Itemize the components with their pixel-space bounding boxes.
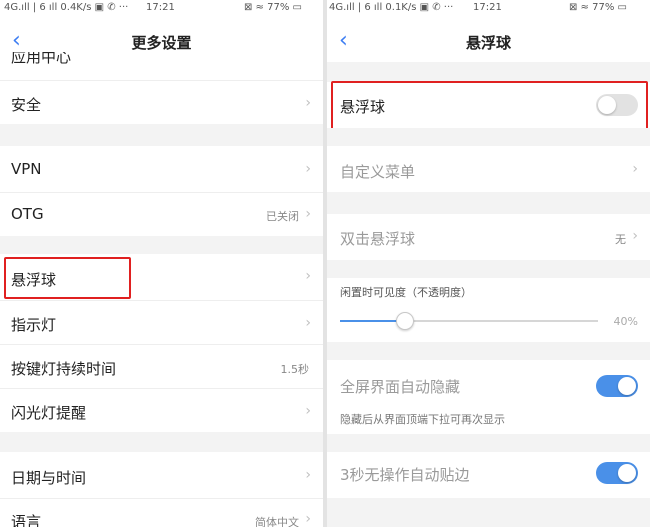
nav-bar: ‹ 悬浮球 <box>327 22 650 62</box>
fullscreen-hide-hint: 隐藏后从界面顶端下拉可再次显示 <box>340 413 505 426</box>
settings-item-label: VPN <box>11 160 42 178</box>
status-time: 17:21 <box>146 2 175 13</box>
settings-item-label: 闪光灯提醒 <box>11 404 87 422</box>
status-battery: ⊠ ≈ 77% ▭ <box>244 2 302 13</box>
settings-item-label: 应用中心 <box>11 52 72 66</box>
fullscreen-hide-row: 全屏界面自动隐藏 隐藏后从界面顶端下拉可再次显示 <box>327 360 650 434</box>
chevron-right-icon: › <box>632 161 638 177</box>
auto-snap-label: 3秒无操作自动贴边 <box>340 466 470 484</box>
section-gap <box>0 236 323 254</box>
chevron-right-icon: › <box>305 467 311 483</box>
settings-item-security[interactable]: 安全 › <box>0 80 323 125</box>
settings-item-otg[interactable]: OTG 已关闭 › <box>0 192 323 237</box>
settings-item-label: 日期与时间 <box>11 469 87 487</box>
section-gap <box>327 498 650 527</box>
chevron-right-icon: › <box>305 403 311 419</box>
settings-item-app-center[interactable]: 应用中心 <box>0 52 323 76</box>
double-tap-row[interactable]: 双击悬浮球 无 › <box>327 214 650 260</box>
chevron-right-icon: › <box>305 268 311 284</box>
chevron-right-icon: › <box>305 95 311 111</box>
auto-snap-row: 3秒无操作自动贴边 <box>327 452 650 498</box>
idle-visibility-row: 闲置时可见度（不透明度） 40% <box>327 278 650 342</box>
settings-item-label: 指示灯 <box>11 316 57 334</box>
page-title: 更多设置 <box>131 34 192 52</box>
settings-item-key-light[interactable]: 按键灯持续时间 1.5秒 <box>0 344 323 389</box>
chevron-right-icon: › <box>305 315 311 331</box>
section-gap <box>327 192 650 214</box>
status-battery: ⊠ ≈ 77% ▭ <box>569 2 627 13</box>
section-gap <box>327 342 650 360</box>
settings-item-label: 按键灯持续时间 <box>11 360 117 378</box>
section-gap <box>327 128 650 146</box>
highlight-box <box>331 81 648 130</box>
status-signal: 4G.ıll | 6 ıll 0.4K/s ▣ ✆ ··· <box>4 2 129 13</box>
page-title: 悬浮球 <box>465 34 511 52</box>
settings-item-value: 简体中文 <box>255 516 299 527</box>
fullscreen-hide-toggle[interactable] <box>596 375 638 397</box>
idle-visibility-label: 闲置时可见度（不透明度） <box>340 286 472 299</box>
settings-item-label: 语言 <box>11 513 42 527</box>
opacity-slider-fill <box>340 320 405 322</box>
toggle-knob <box>618 464 636 482</box>
custom-menu-label: 自定义菜单 <box>340 163 416 181</box>
double-tap-value: 无 <box>615 233 626 246</box>
section-gap <box>327 434 650 452</box>
settings-item-flash[interactable]: 闪光灯提醒 › <box>0 388 323 433</box>
settings-item-indicator[interactable]: 指示灯 › <box>0 300 323 345</box>
chevron-right-icon: › <box>305 161 311 177</box>
settings-item-datetime[interactable]: 日期与时间 › <box>0 452 323 498</box>
status-bar: 4G.ıll | 6 ıll 0.1K/s ▣ ✆ ··· 17:21 ⊠ ≈ … <box>327 0 650 18</box>
status-signal: 4G.ıll | 6 ıll 0.1K/s ▣ ✆ ··· <box>329 2 454 13</box>
double-tap-label: 双击悬浮球 <box>340 230 416 248</box>
section-gap <box>327 260 650 278</box>
section-gap <box>327 62 650 82</box>
opacity-slider-thumb[interactable] <box>395 312 414 330</box>
toggle-knob <box>618 377 636 395</box>
chevron-right-icon: › <box>305 206 311 222</box>
settings-item-value: 已关闭 <box>266 210 299 223</box>
section-gap <box>0 124 323 146</box>
settings-item-language[interactable]: 语言 简体中文 › <box>0 498 323 527</box>
opacity-value: 40% <box>613 315 638 328</box>
chevron-right-icon: › <box>632 228 638 244</box>
settings-item-value: 1.5秒 <box>280 363 310 376</box>
settings-item-vpn[interactable]: VPN › <box>0 146 323 192</box>
auto-snap-toggle[interactable] <box>596 462 638 484</box>
custom-menu-row[interactable]: 自定义菜单 › <box>327 146 650 192</box>
highlight-box <box>4 257 131 299</box>
status-bar: 4G.ıll | 6 ıll 0.4K/s ▣ ✆ ··· 17:21 ⊠ ≈ … <box>0 0 323 18</box>
section-gap <box>0 432 323 452</box>
chevron-right-icon: › <box>305 511 311 527</box>
settings-item-label: OTG <box>11 205 44 223</box>
status-time: 17:21 <box>473 2 502 13</box>
settings-item-label: 安全 <box>11 96 42 114</box>
fullscreen-hide-label: 全屏界面自动隐藏 <box>340 378 461 396</box>
more-settings-screen: 4G.ıll | 6 ıll 0.4K/s ▣ ✆ ··· 17:21 ⊠ ≈ … <box>0 0 323 527</box>
float-ball-screen: 4G.ıll | 6 ıll 0.1K/s ▣ ✆ ··· 17:21 ⊠ ≈ … <box>327 0 650 527</box>
